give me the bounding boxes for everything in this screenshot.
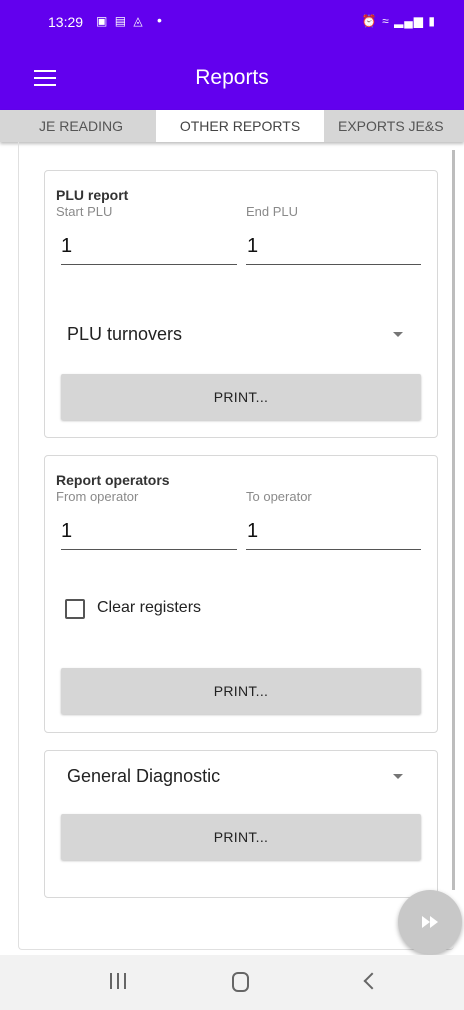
status-bar: 13:29 ▣ ▤ ◬ • ⏰ ≈ ▂▄▆ ▮ <box>0 0 464 48</box>
system-nav-bar <box>0 955 464 1010</box>
status-time: 13:29 <box>48 14 84 30</box>
dropdown-arrow-icon <box>393 774 403 779</box>
recent-apps-icon[interactable] <box>108 973 128 991</box>
to-operator-underline <box>246 549 421 550</box>
from-operator-underline <box>61 549 237 550</box>
page-title: Reports <box>195 66 269 89</box>
wifi-icon: ≈ <box>382 14 390 28</box>
tab-other-reports[interactable]: OTHER REPORTS <box>156 110 324 142</box>
tab-exports[interactable]: EXPORTS JE&S <box>328 110 464 142</box>
to-operator-input[interactable]: 1 <box>247 520 258 543</box>
clear-registers-checkbox[interactable] <box>65 599 85 619</box>
start-plu-label: Start PLU <box>56 204 113 219</box>
system-icons: ⏰ ≈ ▂▄▆ ▮ <box>362 14 436 28</box>
app-bar: Reports <box>0 48 464 110</box>
notification-icons: ▣ ▤ ◬ <box>96 14 145 28</box>
tab-je-reading[interactable]: JE READING <box>6 110 156 142</box>
gallery-icon: ▣ <box>96 14 110 28</box>
diagnostic-card: General Diagnostic PRINT... <box>44 750 438 898</box>
battery-icon: ▮ <box>428 14 436 28</box>
report-operators-title: Report operators <box>56 472 170 488</box>
diagnostic-type-value: General Diagnostic <box>67 766 221 786</box>
plu-print-button[interactable]: PRINT... <box>61 374 421 420</box>
fast-forward-button[interactable] <box>398 890 462 954</box>
alarm-icon: ⏰ <box>361 14 378 28</box>
fast-forward-icon <box>422 916 440 928</box>
back-icon[interactable] <box>363 972 381 990</box>
end-plu-label: End PLU <box>246 204 299 219</box>
report-operators-card: Report operators From operator 1 To oper… <box>44 455 438 733</box>
signal-icon: ▂▄▆ <box>394 14 425 28</box>
diagnostic-print-button[interactable]: PRINT... <box>61 814 421 860</box>
from-operator-input[interactable]: 1 <box>61 520 72 543</box>
end-plu-underline <box>246 264 421 265</box>
contact-card-icon: ▤ <box>114 14 129 28</box>
from-operator-label: From operator <box>56 489 139 504</box>
plu-report-type-value: PLU turnovers <box>67 324 183 344</box>
to-operator-label: To operator <box>246 489 312 504</box>
diagnostic-type-select[interactable]: General Diagnostic <box>61 766 421 794</box>
scrollbar[interactable] <box>452 150 455 890</box>
status-dot: • <box>157 12 162 28</box>
home-icon[interactable] <box>232 972 249 992</box>
end-plu-input[interactable]: 1 <box>247 235 258 258</box>
start-plu-underline <box>61 264 237 265</box>
plu-report-type-select[interactable]: PLU turnovers <box>61 324 421 352</box>
start-plu-input[interactable]: 1 <box>61 235 72 258</box>
tab-bar: JE READING OTHER REPORTS EXPORTS JE&S <box>0 110 464 142</box>
clear-registers-label[interactable]: Clear registers <box>97 599 201 617</box>
plu-report-card: PLU report Start PLU 1 End PLU 1 PLU tur… <box>44 170 438 438</box>
plu-report-title: PLU report <box>56 187 129 203</box>
drive-icon: ◬ <box>133 14 145 28</box>
dropdown-arrow-icon <box>393 332 403 337</box>
operators-print-button[interactable]: PRINT... <box>61 668 421 714</box>
